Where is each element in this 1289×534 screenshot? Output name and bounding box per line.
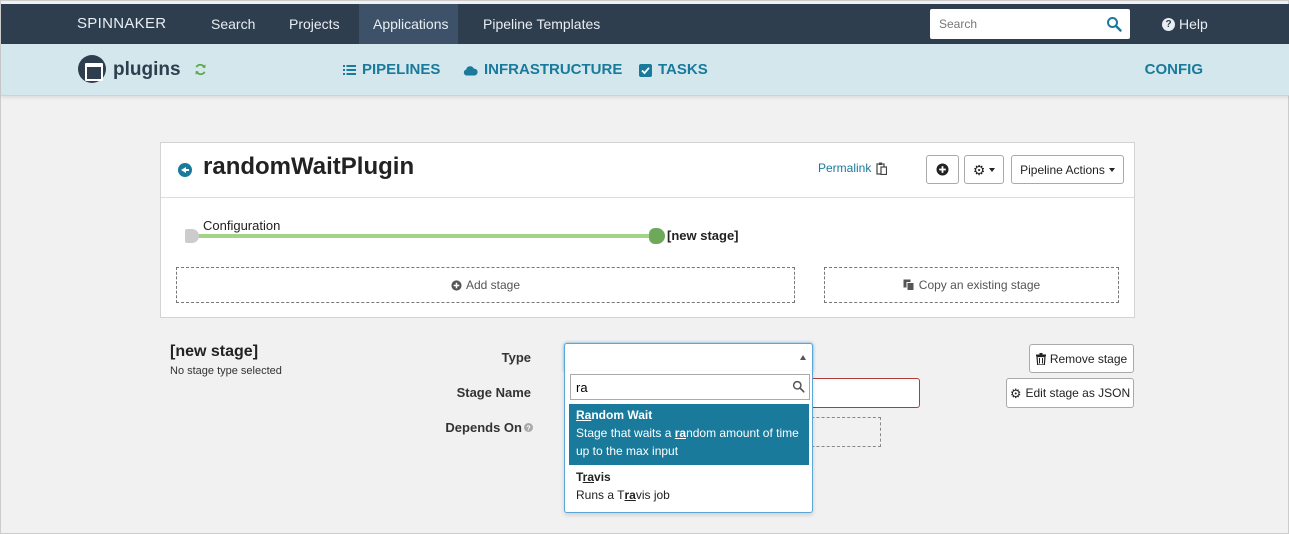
help-link[interactable]: ? Help	[1162, 4, 1208, 44]
add-pipeline-button[interactable]	[926, 155, 959, 184]
configuration-node[interactable]	[185, 229, 199, 243]
pipeline-actions-label: Pipeline Actions	[1020, 162, 1105, 177]
pipeline-actions-button[interactable]: Pipeline Actions	[1011, 155, 1124, 184]
type-search-input[interactable]	[571, 375, 781, 399]
list-icon	[343, 65, 356, 75]
application-name: plugins	[113, 59, 181, 80]
configuration-node-label[interactable]: Configuration	[203, 218, 280, 233]
match-highlight: Ra	[576, 408, 592, 422]
svg-text:?: ?	[526, 425, 530, 432]
cloud-icon	[463, 65, 478, 75]
stage-name-label: Stage Name	[456, 385, 531, 400]
back-arrow-icon[interactable]	[178, 163, 192, 177]
pipeline-name: randomWaitPlugin	[203, 153, 415, 180]
remove-stage-button[interactable]: Remove stage	[1029, 344, 1134, 373]
application-bar: plugins PIPELINES INFRASTRUCTURE TASKS C…	[1, 44, 1289, 96]
option-title-text: T	[576, 470, 583, 484]
depends-on-label: Depends On	[445, 420, 522, 435]
match-highlight: ra	[624, 488, 636, 502]
add-stage-button[interactable]: Add stage	[176, 267, 795, 303]
settings-dropdown-button[interactable]: ⚙	[964, 155, 1004, 184]
tab-infrastructure-label: INFRASTRUCTURE	[484, 61, 623, 78]
gear-icon: ⚙	[972, 161, 986, 178]
option-desc-text: Runs a T	[576, 488, 625, 502]
global-search	[930, 9, 1130, 39]
copy-stage-button[interactable]: Copy an existing stage	[824, 267, 1119, 303]
pipeline-header: randomWaitPlugin Permalink ⚙ Pipeline Ac…	[161, 143, 1134, 198]
type-dropdown: Random Wait Stage that waits a random am…	[564, 371, 813, 513]
tab-pipelines[interactable]: PIPELINES	[343, 44, 440, 96]
global-search-input[interactable]	[930, 9, 1090, 39]
nav-pipeline-templates[interactable]: Pipeline Templates	[483, 4, 600, 44]
type-label: Type	[501, 350, 531, 365]
refresh-icon[interactable]	[194, 63, 207, 76]
brand-logo[interactable]: SPINNAKER	[77, 4, 166, 44]
search-icon	[792, 380, 805, 393]
caret-down-icon	[1108, 167, 1115, 172]
plus-circle-icon	[936, 163, 949, 176]
option-title: Travis	[576, 468, 802, 486]
option-random-wait[interactable]: Random Wait Stage that waits a random am…	[569, 404, 809, 465]
option-title-text: vis	[594, 470, 611, 484]
match-highlight: ra	[674, 426, 687, 440]
application-icon	[78, 55, 106, 83]
type-search-field	[570, 374, 810, 400]
edit-stage-json-button[interactable]: ⚙ Edit stage as JSON	[1006, 378, 1134, 408]
option-travis[interactable]: Travis Runs a Travis job	[569, 466, 809, 508]
clipboard-icon[interactable]	[876, 162, 887, 175]
tab-infrastructure[interactable]: INFRASTRUCTURE	[463, 44, 622, 96]
trash-icon	[1035, 352, 1046, 365]
depends-on-field[interactable]	[801, 417, 881, 447]
plus-circle-icon	[451, 279, 462, 291]
option-title: Random Wait	[576, 406, 802, 424]
copy-stage-label: Copy an existing stage	[918, 278, 1041, 292]
graph-connector	[191, 234, 657, 238]
stage-subtitle: No stage type selected	[170, 365, 282, 377]
caret-up-icon	[800, 355, 806, 360]
tab-pipelines-label: PIPELINES	[362, 61, 441, 78]
nav-projects[interactable]: Projects	[289, 4, 340, 44]
permalink-link[interactable]: Permalink	[818, 161, 871, 175]
match-highlight: ra	[582, 470, 595, 484]
copy-icon	[903, 279, 915, 291]
gear-icon: ⚙	[1009, 385, 1022, 401]
config-link[interactable]: CONFIG	[1145, 44, 1203, 96]
edit-stage-json-label: Edit stage as JSON	[1025, 386, 1131, 400]
option-desc-text: Stage that waits a	[576, 426, 675, 440]
pipeline-graph: Configuration [new stage] Add stage Copy…	[161, 199, 1134, 319]
remove-stage-label: Remove stage	[1049, 351, 1128, 366]
option-description: Stage that waits a random amount of time…	[576, 424, 802, 460]
checkbox-icon	[639, 63, 652, 77]
help-circle-icon[interactable]: ?	[524, 423, 533, 432]
search-icon[interactable]	[1106, 16, 1122, 32]
add-stage-label: Add stage	[465, 278, 521, 292]
nav-applications[interactable]: Applications	[359, 4, 458, 44]
tab-tasks-label: TASKS	[658, 61, 708, 78]
stage-title: [new stage]	[170, 343, 259, 360]
option-desc-text: vis job	[635, 488, 670, 502]
option-description: Runs a Travis job	[576, 486, 802, 504]
tab-tasks[interactable]: TASKS	[639, 44, 708, 96]
new-stage-node-label[interactable]: [new stage]	[667, 228, 739, 243]
new-stage-node[interactable]	[649, 228, 665, 244]
pipeline-panel: randomWaitPlugin Permalink ⚙ Pipeline Ac…	[160, 142, 1135, 318]
nav-search[interactable]: Search	[211, 4, 255, 44]
question-icon: ?	[1162, 17, 1175, 31]
option-title-text: ndom Wait	[591, 408, 653, 422]
type-select[interactable]	[564, 343, 813, 373]
help-label: Help	[1179, 16, 1208, 32]
caret-down-icon	[989, 167, 996, 172]
top-navbar: SPINNAKER Search Projects Applications P…	[1, 4, 1289, 44]
stage-name-input[interactable]	[801, 378, 920, 408]
